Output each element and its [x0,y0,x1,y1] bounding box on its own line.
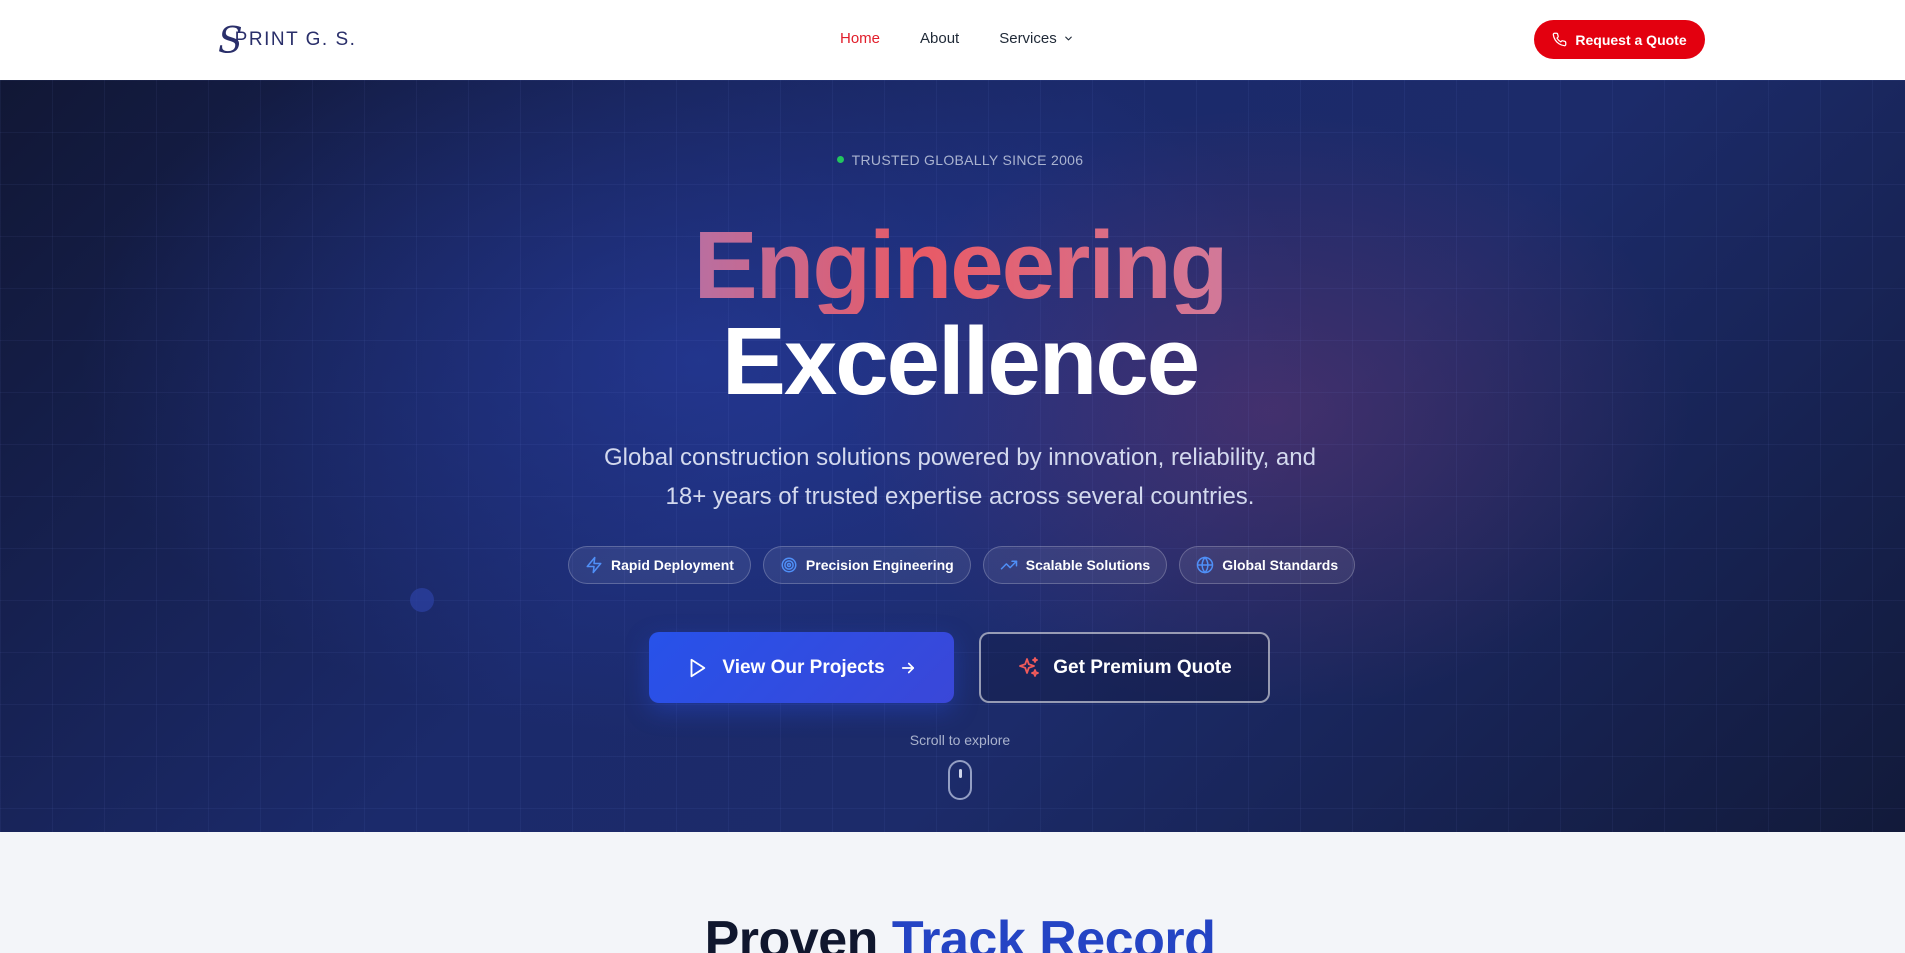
track-record-heading-part2: Track Record [891,911,1216,953]
view-projects-label: View Our Projects [722,656,885,678]
hero-subtitle-line2: 18+ years of trusted expertise across se… [665,483,1255,510]
phone-icon [1553,32,1567,47]
trusted-badge-text: TRUSTED GLOBALLY SINCE 2006 [851,152,1084,168]
nav-links: Home About Services [840,30,1074,47]
view-projects-button[interactable]: View Our Projects [649,632,954,703]
navbar: S PRINT G. S. Home About Services Reques… [0,0,1905,80]
feature-pill-scalable-solutions[interactable]: Scalable Solutions [982,546,1168,584]
nav-link-home[interactable]: Home [840,30,880,47]
track-record-heading-part1: Proven [704,911,879,953]
request-quote-button[interactable]: Request a Quote [1534,20,1705,59]
arrow-right-icon [901,662,914,673]
scroll-hint: Scroll to explore [909,732,1011,748]
hero-title-line2: Excellence [721,308,1200,415]
feature-pill-label: Precision Engineering [805,557,954,573]
chevron-down-icon [1064,36,1072,41]
logo-mark: S [218,21,243,62]
feature-pill-label: Global Standards [1222,557,1339,573]
premium-quote-label: Get Premium Quote [1053,656,1232,678]
globe-icon [1196,556,1214,574]
logo[interactable]: S PRINT G. S. [218,21,357,62]
hero-subtitle: Global construction solutions powered by… [560,438,1360,516]
scroll-mouse-icon[interactable] [948,760,972,800]
nav-link-services-label: Services [999,30,1057,47]
feature-pills: Rapid Deployment Precision Engineering S… [568,546,1356,584]
sparkles-icon [1019,656,1040,677]
status-dot-icon [836,156,844,163]
hero-section: TRUSTED GLOBALLY SINCE 2006 Engineering … [0,80,1905,832]
hero-title-line1: Engineering [0,218,1905,314]
decorative-orb [410,588,434,612]
feature-pill-global-standards[interactable]: Global Standards [1179,546,1356,584]
hero-subtitle-line1: Global construction solutions powered by… [604,444,1316,471]
feature-pill-precision-engineering[interactable]: Precision Engineering [762,546,971,584]
trusted-badge: TRUSTED GLOBALLY SINCE 2006 [0,152,1905,168]
mouse-wheel [959,769,962,778]
lightning-icon [586,556,602,574]
feature-pill-rapid-deployment[interactable]: Rapid Deployment [568,546,751,584]
feature-pill-label: Rapid Deployment [611,557,734,573]
premium-quote-button[interactable]: Get Premium Quote [979,632,1270,703]
request-quote-label: Request a Quote [1575,31,1687,48]
trending-up-icon [1000,560,1017,570]
feature-pill-label: Scalable Solutions [1025,557,1151,573]
play-icon [690,658,706,677]
track-record-heading: Proven Track Record [0,910,1905,953]
track-record-section: Proven Track Record [0,832,1905,953]
logo-text: PRINT G. S. [234,29,357,50]
target-icon [781,557,797,573]
nav-link-about[interactable]: About [920,30,959,47]
nav-link-services[interactable]: Services [999,30,1074,47]
